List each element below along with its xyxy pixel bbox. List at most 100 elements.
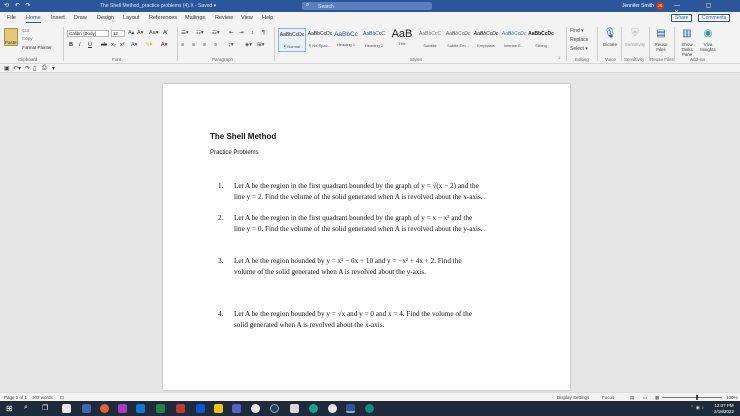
- outlook-icon[interactable]: [136, 404, 145, 413]
- shrink-font-icon[interactable]: A▾: [137, 30, 143, 36]
- clear-formatting-icon[interactable]: A̸: [163, 30, 167, 36]
- quick-access-toolbar[interactable]: ⟲ ↶ ↷: [4, 2, 32, 9]
- app-icon[interactable]: [309, 404, 318, 413]
- style-emphasis[interactable]: AaBbCcDc Emphasis: [472, 28, 500, 52]
- tab-help[interactable]: Help: [262, 15, 273, 21]
- show-tasks-pane-button[interactable]: ▥ Show Tasks Pane: [676, 28, 698, 57]
- borders-icon[interactable]: ⊞▾: [257, 42, 264, 48]
- tab-references[interactable]: References: [149, 15, 177, 21]
- save-icon[interactable]: ▣: [4, 65, 10, 72]
- tab-view[interactable]: View: [241, 15, 253, 21]
- multilevel-list-icon[interactable]: ☲▾: [212, 30, 220, 36]
- text-effects-icon[interactable]: A▾: [131, 42, 137, 48]
- edge-icon[interactable]: [365, 404, 374, 413]
- sensitivity-button[interactable]: ⛨ Sensitivity: [623, 28, 647, 47]
- strikethrough-button[interactable]: ab: [101, 42, 107, 48]
- style-intense-emphasis[interactable]: AaBbCcDc Intense E...: [500, 28, 528, 52]
- superscript-button[interactable]: x²: [120, 42, 125, 48]
- app-icon[interactable]: [118, 404, 127, 413]
- style-no-spacing[interactable]: AaBbCcDc ¶ No Spac...: [306, 28, 334, 52]
- app-icon[interactable]: [176, 404, 185, 413]
- web-layout-icon[interactable]: ▦: [655, 395, 659, 401]
- tab-file[interactable]: File: [7, 15, 16, 21]
- grow-font-icon[interactable]: A▴: [128, 30, 134, 36]
- undo-icon[interactable]: ↶▾: [13, 65, 21, 72]
- proofing-icon[interactable]: ⊡: [60, 395, 64, 401]
- styles-dialog-launcher-icon[interactable]: ⌟: [558, 54, 561, 60]
- windows-start-icon[interactable]: ⊞: [6, 404, 13, 413]
- tab-home[interactable]: Home: [26, 15, 41, 23]
- style-subtle-emphasis[interactable]: AaBbCcDc Subtle Em...: [444, 28, 472, 52]
- zoom-level[interactable]: 100%: [726, 395, 738, 400]
- justify-icon[interactable]: ≡: [214, 42, 217, 48]
- bullets-icon[interactable]: ☰▾: [181, 30, 189, 36]
- font-name-select[interactable]: Calibri (Body): [67, 30, 109, 37]
- sort-icon[interactable]: ↕: [251, 30, 254, 36]
- align-left-icon[interactable]: ≡: [181, 42, 184, 48]
- focus-button[interactable]: Focus: [602, 395, 614, 400]
- read-mode-icon[interactable]: ▤: [630, 395, 634, 401]
- tab-review[interactable]: Review: [215, 15, 233, 21]
- style-title[interactable]: AaB Title: [388, 28, 416, 52]
- firefox-icon[interactable]: [100, 404, 109, 413]
- app-icon[interactable]: [290, 404, 299, 413]
- app-icon[interactable]: [82, 404, 91, 413]
- document-page[interactable]: The Shell Method Practice Problems 1. Le…: [163, 84, 570, 390]
- change-case-icon[interactable]: Aa▾: [149, 30, 159, 36]
- underline-button[interactable]: U: [88, 42, 92, 48]
- print-layout-icon[interactable]: ▭: [643, 395, 647, 401]
- document-filename[interactable]: The Shell Method_practice problems (4).X…: [100, 3, 216, 9]
- cut-button[interactable]: Cut: [22, 28, 29, 33]
- app-icon[interactable]: [62, 404, 71, 413]
- customize-qat-icon[interactable]: ▾: [52, 65, 55, 72]
- zoom-slider-thumb[interactable]: [696, 395, 698, 400]
- new-document-icon[interactable]: ▯: [33, 65, 36, 72]
- zoom-slider[interactable]: [662, 397, 722, 398]
- excel-icon[interactable]: [156, 404, 165, 413]
- style-heading-2[interactable]: AaBbCcC Heading 2: [360, 28, 388, 52]
- tab-mailings[interactable]: Mailings: [185, 15, 205, 21]
- align-center-icon[interactable]: ≡: [192, 42, 195, 48]
- style-subtitle[interactable]: AaBbCcC Subtitle: [416, 28, 444, 52]
- chrome-icon[interactable]: [251, 404, 260, 413]
- font-size-select[interactable]: 12: [111, 30, 125, 37]
- file-explorer-icon[interactable]: [214, 404, 223, 413]
- replace-button[interactable]: Replace: [570, 37, 588, 43]
- numbering-icon[interactable]: ☷▾: [196, 30, 204, 36]
- search-box[interactable]: ⌕ Search: [302, 2, 432, 10]
- tab-draw[interactable]: Draw: [74, 15, 87, 21]
- dictate-button[interactable]: 🎙 Dictate: [601, 28, 619, 47]
- tab-design[interactable]: Design: [97, 15, 114, 21]
- tab-insert[interactable]: Insert: [51, 15, 65, 21]
- style-strong[interactable]: AaBbCcDc Strong: [527, 28, 555, 52]
- display-settings-button[interactable]: Display Settings: [557, 395, 589, 400]
- app-icon[interactable]: [328, 404, 337, 413]
- user-name[interactable]: Jennifer Smith: [622, 3, 654, 9]
- share-button[interactable]: Share: [671, 14, 693, 22]
- app-icon[interactable]: [196, 404, 205, 413]
- print-preview-icon[interactable]: ⎙: [42, 65, 47, 72]
- comments-button[interactable]: Comments: [698, 14, 731, 22]
- copy-button[interactable]: Copy: [22, 36, 33, 41]
- reuse-files-button[interactable]: ▤ Reuse Files: [651, 28, 671, 52]
- bold-button[interactable]: B: [69, 42, 73, 48]
- find-button[interactable]: Find ▾: [570, 28, 584, 34]
- avatar[interactable]: JS: [656, 2, 664, 10]
- show-marks-icon[interactable]: ¶: [262, 30, 265, 36]
- style-heading-1[interactable]: AaBbCc Heading 1: [332, 28, 360, 52]
- word-icon[interactable]: [346, 404, 355, 413]
- word-count[interactable]: 103 words: [32, 395, 53, 400]
- subscript-button[interactable]: x₂: [111, 42, 116, 48]
- redo-icon[interactable]: ↷: [25, 65, 30, 72]
- increase-indent-icon[interactable]: ⇥: [239, 30, 244, 36]
- font-color-icon[interactable]: A▾: [161, 42, 167, 48]
- highlight-icon[interactable]: ✎▾: [145, 42, 152, 48]
- style-normal[interactable]: AaBbCcDc ¶ Normal: [278, 28, 306, 52]
- decrease-indent-icon[interactable]: ⇤: [229, 30, 234, 36]
- shading-icon[interactable]: ◈▾: [245, 42, 252, 48]
- clock[interactable]: 12:07 PM 2/18/2022: [714, 403, 734, 414]
- system-tray-icon[interactable]: ⌃ ◉ ♪: [690, 405, 704, 411]
- teams-icon[interactable]: [232, 404, 241, 413]
- tab-layout[interactable]: Layout: [123, 15, 140, 21]
- italic-button[interactable]: I: [79, 42, 81, 48]
